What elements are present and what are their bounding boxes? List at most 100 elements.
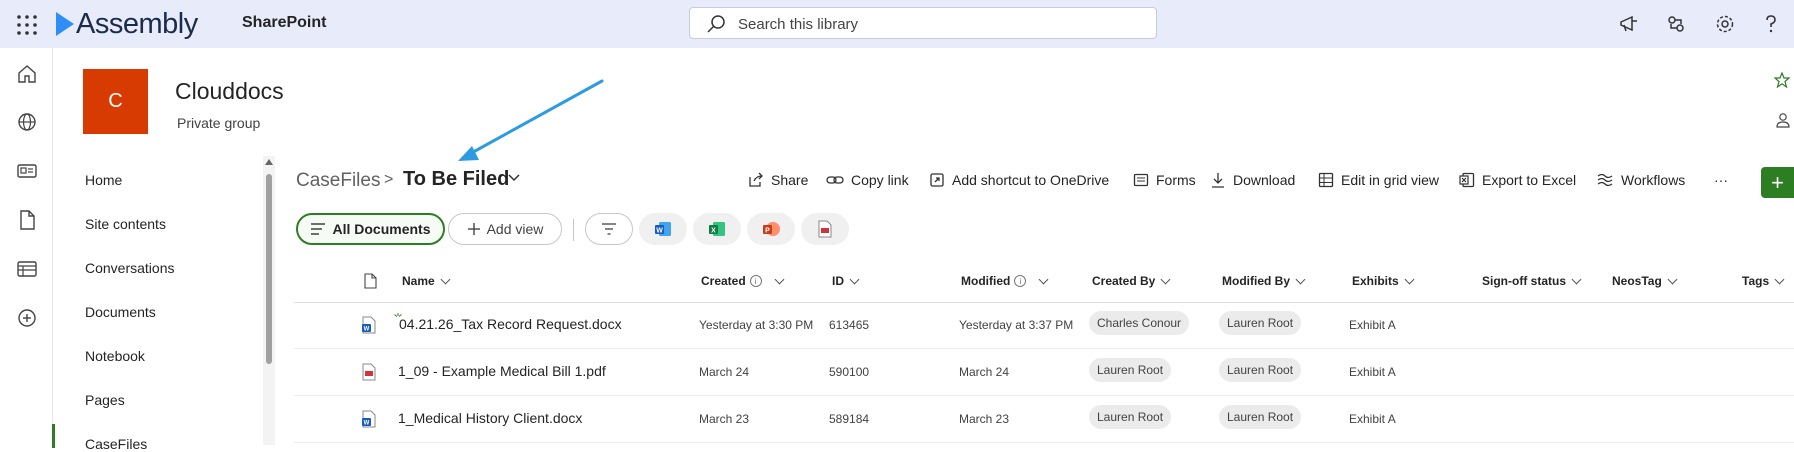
chevron-down-icon[interactable] xyxy=(508,174,520,182)
modified-by-person[interactable]: Lauren Root xyxy=(1219,405,1302,429)
search-box[interactable]: Search this library xyxy=(689,7,1157,39)
add-view-button[interactable]: Add view xyxy=(448,213,562,245)
home-icon[interactable] xyxy=(16,63,38,85)
app-name[interactable]: SharePoint xyxy=(242,14,326,32)
star-icon[interactable] xyxy=(1774,72,1790,88)
nav-scrollbar[interactable] xyxy=(263,156,275,445)
create-icon[interactable] xyxy=(16,307,38,329)
column-exhibits[interactable]: Exhibits xyxy=(1352,274,1415,288)
nav-item-site-contents[interactable]: Site contents xyxy=(85,216,166,232)
powerpoint-filter-button[interactable]: P xyxy=(747,213,795,245)
chevron-down-icon xyxy=(1571,274,1582,284)
modified-date: Yesterday at 3:37 PM xyxy=(959,318,1074,332)
modified-by-person[interactable]: Lauren Root xyxy=(1219,358,1302,382)
column-exhibits-label: Exhibits xyxy=(1352,274,1399,288)
brand-name: Assembly xyxy=(76,7,198,40)
word-filter-button[interactable]: W xyxy=(639,213,687,245)
column-signoff-label: Sign-off status xyxy=(1482,274,1566,288)
nav-item-documents[interactable]: Documents xyxy=(85,304,156,320)
column-created-by[interactable]: Created By xyxy=(1092,274,1171,288)
edit-grid-button[interactable]: Edit in grid view xyxy=(1318,172,1439,188)
created-date: Yesterday at 3:30 PM xyxy=(699,318,814,332)
exhibit-value: Exhibit A xyxy=(1349,365,1396,379)
file-name-link[interactable]: 04.21.26_Tax Record Request.docx xyxy=(399,316,622,332)
column-neostag[interactable]: NeosTag xyxy=(1612,274,1678,288)
globe-icon[interactable] xyxy=(16,111,38,133)
file-icon[interactable] xyxy=(16,209,38,231)
svg-text:X: X xyxy=(711,228,716,235)
column-modified-by[interactable]: Modified By xyxy=(1222,274,1306,288)
scroll-thumb[interactable] xyxy=(266,174,272,364)
column-name[interactable]: Name xyxy=(402,274,451,288)
created-by-person[interactable]: Lauren Root xyxy=(1089,358,1172,382)
nav-item-notebook[interactable]: Notebook xyxy=(85,348,145,364)
settings-icon[interactable] xyxy=(1714,13,1736,35)
lists-icon[interactable] xyxy=(16,258,38,280)
download-button[interactable]: Download xyxy=(1210,172,1295,188)
add-shortcut-button[interactable]: Add shortcut to OneDrive xyxy=(929,172,1109,188)
breadcrumb-parent[interactable]: CaseFiles xyxy=(296,170,380,192)
command-bar: CaseFiles > To Be Filed Share Copy link … xyxy=(294,156,1794,206)
item-id: 613465 xyxy=(829,318,870,332)
info-icon[interactable]: i xyxy=(1014,275,1027,287)
brand-logo-icon xyxy=(56,12,74,36)
created-by-person[interactable]: Charles Conour xyxy=(1089,311,1190,335)
feedback-icon[interactable] xyxy=(1665,13,1687,35)
app-launcher-icon[interactable] xyxy=(16,14,38,36)
copy-link-button[interactable]: Copy link xyxy=(826,172,909,188)
column-id[interactable]: ID xyxy=(832,274,860,288)
nav-item-casefiles[interactable]: CaseFiles xyxy=(85,436,147,452)
scroll-up-icon[interactable] xyxy=(265,159,273,165)
chevron-down-icon xyxy=(1038,274,1049,284)
site-title[interactable]: Clouddocs xyxy=(175,78,284,105)
news-icon[interactable] xyxy=(16,160,38,182)
workflows-icon xyxy=(1597,173,1613,187)
pdf-icon xyxy=(362,363,376,381)
list-view-icon xyxy=(311,223,326,235)
breadcrumb-separator: > xyxy=(384,171,394,188)
forms-button[interactable]: Forms xyxy=(1133,172,1196,188)
excel-icon: X xyxy=(709,222,725,236)
item-id: 590100 xyxy=(829,365,870,379)
chevron-down-icon xyxy=(1774,274,1785,284)
new-button[interactable]: + xyxy=(1761,167,1794,198)
nav-item-pages[interactable]: Pages xyxy=(85,392,125,408)
file-name-link[interactable]: 1_09 - Example Medical Bill 1.pdf xyxy=(398,363,606,379)
chevron-down-icon xyxy=(440,274,451,284)
excel-filter-button[interactable]: X xyxy=(693,213,741,245)
word-icon: W xyxy=(362,316,376,334)
person-icon[interactable] xyxy=(1776,112,1790,128)
column-created[interactable]: Created i xyxy=(701,274,785,288)
info-icon[interactable]: i xyxy=(749,275,762,287)
share-button[interactable]: Share xyxy=(748,172,808,188)
all-documents-view-button[interactable]: All Documents xyxy=(296,213,445,245)
created-by-person[interactable]: Lauren Root xyxy=(1089,405,1172,429)
modified-by-person[interactable]: Lauren Root xyxy=(1219,311,1302,335)
table-row[interactable]: W 1_Medical History Client.docx March 23… xyxy=(294,396,1794,443)
column-modified[interactable]: Modified i xyxy=(961,274,1049,288)
pdf-filter-button[interactable] xyxy=(801,213,849,245)
breadcrumb-current[interactable]: To Be Filed xyxy=(403,168,509,191)
table-row[interactable]: 1_09 - Example Medical Bill 1.pdf March … xyxy=(294,349,1794,396)
more-commands-button[interactable]: ··· xyxy=(1714,172,1728,188)
column-signoff[interactable]: Sign-off status xyxy=(1482,274,1582,288)
nav-item-home[interactable]: Home xyxy=(85,172,122,188)
file-name-link[interactable]: 1_Medical History Client.docx xyxy=(398,410,582,426)
svg-text:P: P xyxy=(765,228,770,235)
file-type-header-icon[interactable] xyxy=(364,273,377,289)
workflows-button[interactable]: Workflows xyxy=(1596,172,1685,188)
megaphone-icon[interactable] xyxy=(1618,13,1640,35)
modified-date: March 24 xyxy=(959,365,1010,379)
download-label: Download xyxy=(1233,172,1296,188)
column-tags[interactable]: Tags xyxy=(1742,274,1785,288)
filter-button[interactable] xyxy=(585,213,633,245)
help-icon[interactable] xyxy=(1760,13,1782,35)
site-subtitle: Private group xyxy=(177,115,261,131)
nav-item-conversations[interactable]: Conversations xyxy=(85,260,175,276)
column-id-label: ID xyxy=(832,274,844,288)
forms-label: Forms xyxy=(1156,172,1196,188)
brand-logo[interactable]: Assembly xyxy=(56,8,198,40)
table-row[interactable]: W 04.21.26_Tax Record Request.docx Yeste… xyxy=(294,302,1794,349)
export-excel-button[interactable]: Export to Excel xyxy=(1459,172,1576,188)
site-logo[interactable]: C xyxy=(83,69,148,134)
